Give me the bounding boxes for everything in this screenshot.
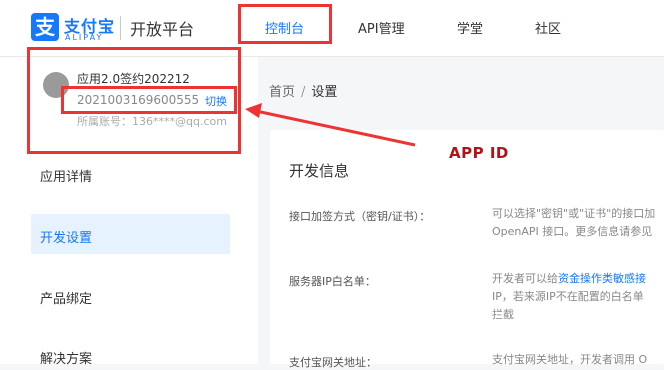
breadcrumb-separator: / xyxy=(301,85,306,100)
sidebar-item-dev-settings[interactable]: 开发设置 xyxy=(40,227,92,246)
console-highlight-box xyxy=(238,4,332,44)
logo-text-en: ALIPAY xyxy=(65,33,104,42)
sidebar-item-app-details[interactable]: 应用详情 xyxy=(40,166,92,185)
platform-title: 开放平台 xyxy=(130,20,195,39)
app-id-highlight-box xyxy=(61,86,237,114)
signing-method-label: 接口加签方式（密钥/证书）： xyxy=(289,210,431,223)
nav-tab-academy[interactable]: 学堂 xyxy=(457,18,483,37)
breadcrumb-current: 设置 xyxy=(311,85,338,100)
alipay-logo-icon[interactable]: 支 xyxy=(31,13,59,41)
breadcrumb-home[interactable]: 首页 xyxy=(269,85,295,100)
section-title: 开发信息 xyxy=(289,162,350,180)
app-id-annotation: APP ID xyxy=(449,144,509,162)
sidebar-item-solutions[interactable]: 解决方案 xyxy=(40,348,92,367)
nav-tab-api-management[interactable]: API管理 xyxy=(358,18,405,37)
signing-method-desc: 可以选择"密钥"或"证书"的接口加 OpenAPI 接口。更多信息请参见 xyxy=(492,207,656,238)
ip-whitelist-desc: 开发者可以给资金操作类敏感接 IP，若来源IP不在配置的白名单 拦截 xyxy=(492,272,646,321)
ip-whitelist-label: 服务器IP白名单： xyxy=(289,275,376,288)
sidebar-item-product-binding[interactable]: 产品绑定 xyxy=(40,288,92,307)
gateway-desc: 支付宝网关地址，开发者调用 O xyxy=(492,353,648,366)
gateway-label: 支付宝网关地址： xyxy=(289,356,377,369)
logo-divider xyxy=(120,16,121,40)
nav-tab-community[interactable]: 社区 xyxy=(535,18,561,37)
breadcrumb: 首页 / 设置 xyxy=(269,81,337,100)
sensitive-api-link[interactable]: 资金操作类敏感接 xyxy=(558,272,646,285)
